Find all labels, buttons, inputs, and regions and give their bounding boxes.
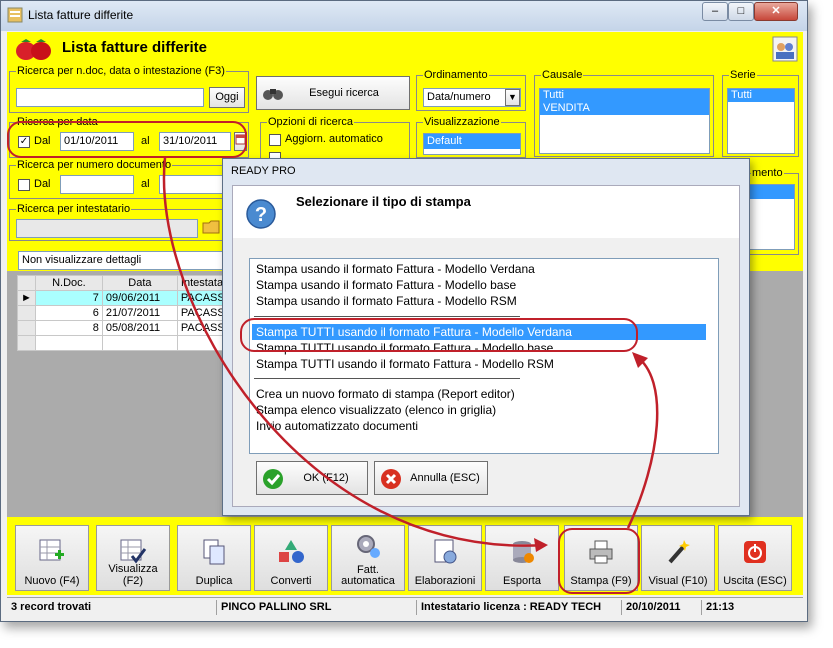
annotation-arrows [162, 157, 659, 552]
arrow-head-icon [534, 538, 548, 552]
